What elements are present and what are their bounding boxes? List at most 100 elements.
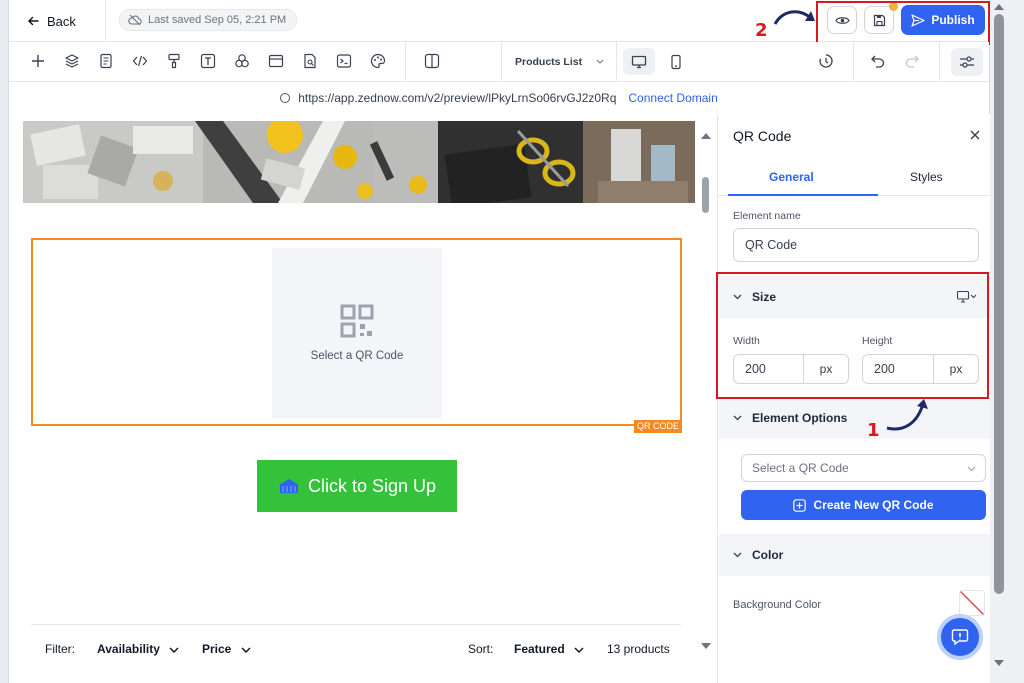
properties-panel: QR Code General Styles Element name QR C… [717, 114, 992, 683]
color-section-header[interactable]: Color [719, 534, 991, 576]
sliders-icon [960, 56, 974, 68]
qr-select-placeholder: Select a QR Code [752, 461, 849, 475]
background-color-swatch[interactable] [959, 590, 985, 616]
terminal-icon [336, 54, 352, 68]
element-options-section-header[interactable]: Element Options [719, 397, 991, 439]
width-input[interactable]: 200 px [733, 354, 849, 384]
paint-button[interactable] [163, 50, 185, 72]
transparent-swatch-icon [960, 591, 984, 615]
element-name-input[interactable]: QR Code [733, 228, 979, 262]
active-tab-indicator [728, 194, 878, 196]
height-label: Height [862, 335, 893, 347]
arrow-left-icon [28, 16, 39, 26]
chevron-down-icon [574, 647, 584, 653]
page-canvas: Select a QR Code QR CODE Click to Sign U… [23, 121, 711, 671]
add-element-button[interactable] [27, 50, 49, 72]
height-input[interactable]: 200 px [862, 354, 979, 384]
width-value: 200 [745, 362, 766, 376]
scroll-down-icon [994, 660, 1004, 666]
sort-label: Sort: [468, 642, 494, 656]
canvas-scrollbar[interactable] [697, 121, 713, 671]
publish-button[interactable]: Publish [901, 5, 985, 35]
preview-button[interactable] [827, 6, 857, 34]
window-scrollbar[interactable] [990, 0, 1024, 683]
text-button[interactable] [197, 50, 219, 72]
undo-button[interactable] [867, 50, 889, 72]
qr-code-element[interactable]: Select a QR Code QR CODE [31, 238, 682, 433]
mobile-view-button[interactable] [661, 48, 691, 75]
window-scroll-thumb[interactable] [994, 14, 1004, 594]
height-value: 200 [874, 362, 895, 376]
color-section-title: Color [752, 548, 784, 562]
size-section-title: Size [752, 290, 777, 304]
qr-placeholder-text: Select a QR Code [310, 350, 404, 362]
connect-domain-link[interactable]: Connect Domain [628, 91, 717, 105]
shapes-icon [235, 54, 249, 68]
tab-styles[interactable]: Styles [910, 170, 943, 184]
close-panel-button[interactable] [966, 126, 984, 144]
eye-icon [834, 16, 850, 24]
text-icon [200, 53, 216, 69]
size-section-header[interactable]: Size [719, 276, 991, 318]
width-unit[interactable]: px [803, 355, 848, 383]
desktop-view-button[interactable] [623, 48, 655, 75]
settings-panel-button[interactable] [951, 48, 983, 76]
page-select-value: Products List [515, 55, 583, 68]
width-label: Width [733, 335, 760, 347]
filter-label: Filter: [45, 642, 75, 656]
last-saved-badge: Last saved Sep 05, 2:21 PM [119, 9, 298, 31]
save-button[interactable] [864, 6, 894, 34]
chevron-down-icon [733, 415, 742, 421]
element-name-label: Element name [733, 210, 801, 222]
code-button[interactable] [129, 50, 151, 72]
availability-label: Availability [97, 642, 160, 656]
components-button[interactable] [231, 50, 253, 72]
product-count: 13 products [607, 642, 670, 656]
price-filter[interactable]: Price [202, 642, 251, 656]
qr-code-tag: QR CODE [633, 420, 682, 433]
preview-url[interactable]: https://app.zednow.com/v2/preview/lPkyLr… [298, 91, 616, 105]
tab-general[interactable]: General [769, 170, 814, 184]
save-icon [873, 14, 885, 26]
sort-select[interactable]: Featured [514, 642, 584, 656]
theme-button[interactable] [367, 50, 389, 72]
document-search-icon [304, 53, 316, 69]
arrow-annotation-2 [773, 10, 815, 25]
back-label: Back [47, 13, 76, 29]
element-options-title: Element Options [752, 411, 848, 425]
chevron-down-icon [967, 466, 976, 472]
plus-square-icon [793, 498, 807, 512]
palette-icon [370, 53, 386, 69]
back-button[interactable]: Back [27, 10, 76, 32]
create-qr-code-button[interactable]: Create New QR Code [741, 490, 986, 520]
layers-button[interactable] [61, 50, 83, 72]
price-label: Price [202, 642, 232, 656]
availability-filter[interactable]: Availability [97, 642, 179, 656]
page-select[interactable]: Products List [501, 42, 617, 81]
terminal-button[interactable] [333, 50, 355, 72]
divider [853, 42, 854, 81]
canvas-scroll-thumb[interactable] [702, 177, 709, 213]
seo-button[interactable] [299, 50, 321, 72]
chevron-down-icon [169, 647, 179, 653]
top-bar: Back Last saved Sep 05, 2:21 PM Publish [9, 0, 990, 45]
redo-icon [905, 55, 919, 68]
close-icon [970, 130, 980, 140]
divider [939, 42, 940, 81]
panel-title: QR Code [733, 128, 792, 144]
stationery-photo [23, 121, 695, 203]
redo-button[interactable] [901, 50, 923, 72]
divider [405, 42, 406, 81]
sort-value: Featured [514, 642, 565, 656]
section-button[interactable] [265, 50, 287, 72]
height-unit[interactable]: px [933, 355, 978, 383]
last-saved-text: Last saved Sep 05, 2:21 PM [148, 14, 287, 26]
create-qr-label: Create New QR Code [813, 498, 934, 512]
qr-code-placeholder[interactable]: Select a QR Code [272, 248, 442, 418]
sign-up-button[interactable]: Click to Sign Up [257, 460, 457, 512]
split-view-button[interactable] [421, 50, 443, 72]
qr-code-select[interactable]: Select a QR Code [741, 454, 986, 482]
help-chat-button[interactable] [937, 614, 983, 660]
pages-button[interactable] [95, 50, 117, 72]
history-button[interactable] [815, 50, 837, 72]
